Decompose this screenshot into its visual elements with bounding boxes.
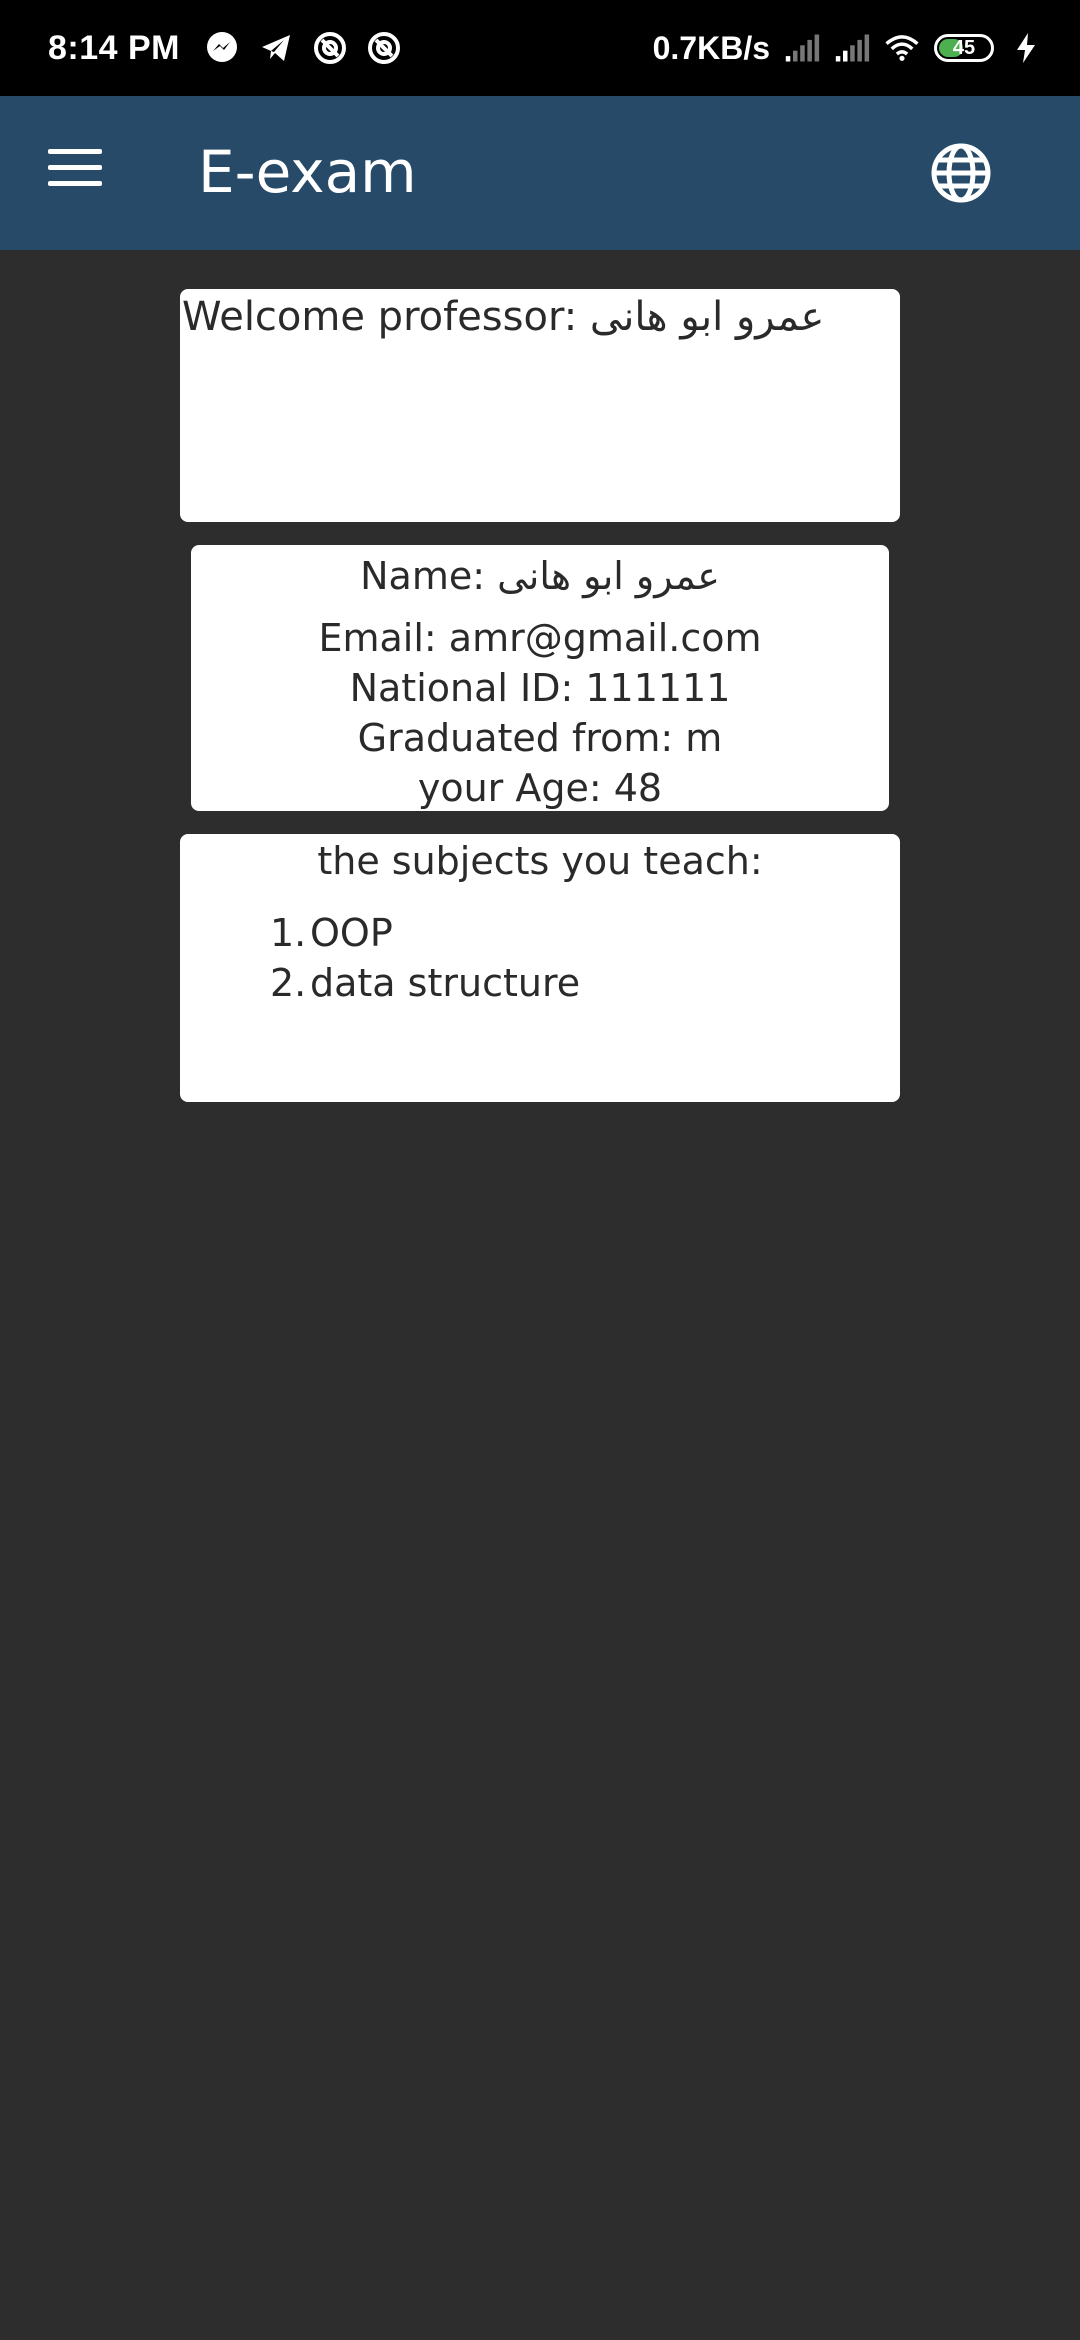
profile-name: Name: عمرو ابو هانى (360, 554, 720, 598)
at-sign-icon (312, 30, 348, 66)
subjects-title: the subjects you teach: (317, 839, 763, 883)
list-item-label: data structure (310, 961, 581, 1005)
charging-icon (1008, 30, 1044, 66)
network-speed: 0.7KB/s (652, 29, 770, 66)
messenger-icon (204, 30, 240, 66)
welcome-text: Welcome professor: عمرو ابو هانى (182, 294, 825, 340)
profile-email: Email: amr@gmail.com (318, 616, 762, 660)
subjects-card: the subjects you teach: 1. OOP 2. data s… (180, 834, 900, 1102)
profile-age: your Age: 48 (417, 766, 663, 810)
wifi-icon (884, 30, 920, 66)
status-bar: 8:14 PM 0.7KB/s 45 (0, 0, 1080, 96)
telegram-icon (258, 30, 294, 66)
battery-level: 45 (952, 36, 976, 59)
globe-icon[interactable] (930, 142, 992, 204)
profile-card: Name: عمرو ابو هانى Email: amr@gmail.com… (191, 545, 889, 811)
status-right: 0.7KB/s 45 (653, 0, 1044, 96)
menu-icon[interactable] (48, 149, 102, 197)
profile-national-id: National ID: 111111 (349, 666, 731, 710)
list-item: 1. OOP (270, 908, 580, 958)
list-item-label: OOP (310, 911, 393, 955)
app-title: E-exam (198, 138, 417, 206)
list-item: 2. data structure (270, 958, 580, 1008)
list-item-number: 1. (270, 911, 307, 955)
welcome-card: Welcome professor: عمرو ابو هانى (180, 289, 900, 522)
subjects-list: 1. OOP 2. data structure (270, 908, 580, 1008)
list-item-number: 2. (270, 961, 307, 1005)
battery-indicator: 45 (934, 34, 994, 62)
at-sign-icon (366, 30, 402, 66)
status-left: 8:14 PM (48, 0, 402, 96)
app-bar: E-exam (0, 96, 1080, 250)
status-time: 8:14 PM (48, 28, 180, 67)
profile-graduated: Graduated from: m (357, 716, 723, 760)
signal-icon (784, 30, 820, 66)
signal-icon (834, 30, 870, 66)
